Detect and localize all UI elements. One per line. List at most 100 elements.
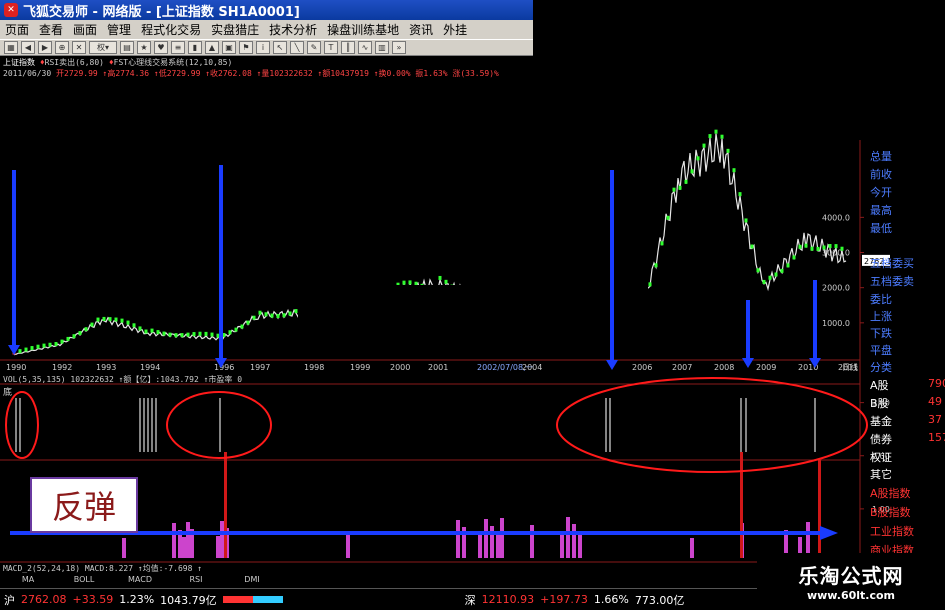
candle-mark [678,185,682,190]
candle-mark [774,272,778,277]
x-axis-label: 2000 [390,363,410,372]
sidebar-up[interactable]: 上涨 [870,308,892,324]
candle-mark [726,148,730,153]
candle-mark [66,336,70,341]
candle-mark [90,322,94,327]
sidebar-fund[interactable]: 基金 [870,413,892,429]
candle-mark [660,241,664,246]
vol-bar [530,525,534,558]
candle-mark [228,330,232,335]
sidebar-b-share[interactable]: B股 [870,395,889,411]
candle-mark [126,320,130,325]
sidebar-low[interactable]: 最低 [870,220,892,236]
quote-sidebar: 总量 前收 今开 最高 最低 五档委买 五档委卖 委比 上涨 下跌 平盘 分类 … [868,140,945,560]
watermark-title: 乐淘公式网 [798,564,904,588]
sidebar-bond[interactable]: 债券 [870,431,892,447]
candle-mark [108,317,112,322]
sidebar-open[interactable]: 今开 [870,184,892,200]
chart-canvas[interactable]: 1000.02000.03000.04000.02762.11990 1992 19… [0,0,945,609]
candle-mark [234,327,238,332]
vol-bar [456,520,460,558]
vol-bar [220,521,224,558]
candle-mark [156,330,160,335]
candle-mark [144,329,148,334]
candle-mark [654,263,658,268]
tab-dmi[interactable]: DMI [224,575,280,587]
x-axis-label: 1998 [304,363,324,372]
tab-boll[interactable]: BOLL [56,575,112,587]
sidebar-flat[interactable]: 平盘 [870,342,892,358]
candle-mark [828,244,832,249]
candle-mark [174,333,178,338]
tab-rsi[interactable]: RSI [168,575,224,587]
sidebar-category[interactable]: 分类 [870,359,892,375]
sidebar-bid5[interactable]: 五档委买 [870,255,914,271]
candle-mark [282,313,286,318]
candle-mark [246,320,250,325]
vol-header: VOL(5,35,135) 102322632 ↑额【亿】:1043.792 ↑… [3,375,243,384]
sidebar-warrant[interactable]: 权证 [870,449,892,465]
candle-mark [240,324,244,329]
sidebar-a-index[interactable]: A股指数 [870,485,911,501]
sidebar-ask5[interactable]: 五档委卖 [870,273,914,289]
sidebar-prev-close[interactable]: 前收 [870,166,892,182]
candle-mark [666,215,670,220]
vol-bar [500,518,504,558]
candle-mark [804,243,808,248]
sidebar-total[interactable]: 总量 [870,148,892,164]
sidebar-other[interactable]: 其它 [870,466,892,482]
candle-mark [780,268,784,273]
vol-bar [690,538,694,558]
blue-arrow-head [606,360,618,370]
candle-mark [102,316,106,321]
vol-bar [172,523,176,558]
x-axis-label: 2007 [672,363,692,372]
candle-mark [192,332,196,337]
candle-mark [294,309,298,314]
x-axis-label: 1999 [350,363,370,372]
sidebar-industry-index[interactable]: 工业指数 [870,523,914,539]
vol-bar [572,524,576,558]
vol-bar [566,517,570,558]
candle-mark [264,312,268,317]
tab-macd[interactable]: MACD [112,575,168,587]
x-axis-label: 2008 [714,363,734,372]
sh-index: 2762.08 [21,593,67,606]
sidebar-down[interactable]: 下跌 [870,325,892,341]
vol-bar [560,532,564,558]
candle-mark [684,179,688,184]
horizontal-arrow-head [820,526,838,540]
candle-mark [762,279,766,284]
candle-mark [696,156,700,161]
vol-bar [490,526,494,558]
sidebar-high[interactable]: 最高 [870,202,892,218]
candle-mark [738,192,742,197]
candle-mark [270,313,274,318]
sidebar-ratio[interactable]: 委比 [870,291,892,307]
vol-bar [186,522,190,558]
sidebar-b-index[interactable]: B股指数 [870,504,911,520]
candle-mark [138,326,142,331]
candle-mark [708,134,712,139]
sidebar-a-count: 790 [928,377,945,390]
candle-mark [24,347,28,352]
tab-ma[interactable]: MA [0,575,56,587]
candle-mark [186,332,190,337]
candle-mark [402,280,406,285]
x-axis-label: 1992 [52,363,72,372]
candle-mark [732,168,736,173]
macd-readout: MACD_2(52,24,18) MACD:8.227 ↑均值:-7.698 ↑ [3,564,203,573]
price-tick-label: 2000.0 [822,284,850,293]
vol-bar [346,535,350,558]
x-axis-label: 2001 [428,363,448,372]
vol-bar [182,537,186,558]
sidebar-a-share[interactable]: A股 [870,377,889,393]
candle-mark [30,346,34,351]
x-axis-label: 日线 [842,362,858,372]
candle-mark [48,342,52,347]
site-watermark: 乐淘公式网 www.60lt.com [757,553,945,609]
candle-mark [168,332,172,337]
candle-mark [258,310,262,315]
vol-bar [216,536,220,558]
candle-mark [204,331,208,336]
